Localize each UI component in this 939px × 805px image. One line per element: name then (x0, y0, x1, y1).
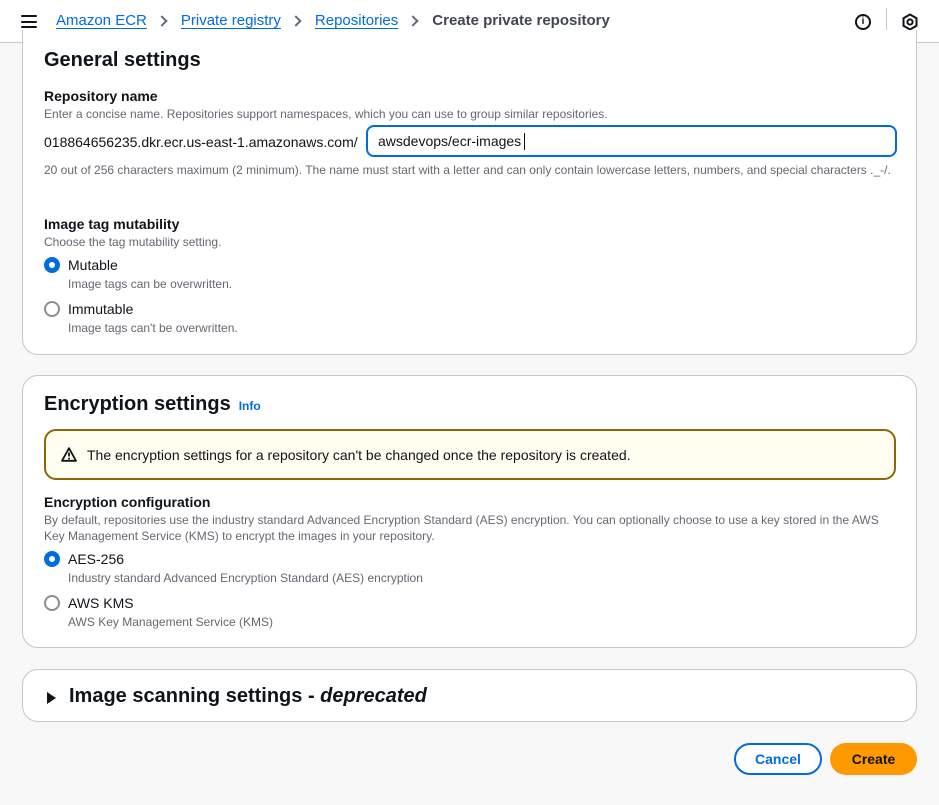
breadcrumb-amazon-ecr[interactable]: Amazon ECR (56, 12, 147, 29)
info-link[interactable]: Info (239, 399, 261, 413)
chevron-right-icon (407, 14, 419, 27)
encryption-configuration-label: Encryption configuration (44, 494, 211, 510)
radio-checked-icon[interactable] (44, 551, 60, 567)
warning-alert-text: The encryption settings for a repository… (87, 446, 631, 463)
encryption-settings-title: Encryption settings Info (44, 393, 261, 416)
deprecated-label: deprecated (320, 685, 427, 707)
chevron-right-icon (290, 14, 302, 27)
radio-label: Mutable (68, 257, 118, 273)
radio-checked-icon[interactable] (44, 257, 60, 273)
text-cursor (524, 133, 525, 150)
warning-icon (61, 447, 77, 462)
tag-mutability-label: Image tag mutability (44, 216, 180, 232)
radio-immutable[interactable]: Immutable Image tags can't be overwritte… (44, 300, 238, 336)
radio-description: AWS Key Management Service (KMS) (68, 615, 273, 629)
chevron-right-icon (156, 14, 168, 27)
warning-alert: The encryption settings for a repository… (44, 429, 896, 480)
breadcrumb-private-registry[interactable]: Private registry (181, 12, 281, 29)
hexagon-icon[interactable] (901, 13, 919, 31)
tag-mutability-description: Choose the tag mutability setting. (44, 235, 222, 249)
encryption-title-text: Encryption settings (44, 393, 231, 415)
radio-unchecked-icon[interactable] (44, 595, 60, 611)
image-scanning-title: Image scanning settings - deprecated (69, 685, 427, 708)
image-scanning-title-text: Image scanning settings - (69, 685, 321, 707)
radio-description: Industry standard Advanced Encryption St… (68, 571, 423, 585)
cancel-button[interactable]: Cancel (734, 743, 822, 775)
radio-unchecked-icon[interactable] (44, 301, 60, 317)
repository-name-description: Enter a concise name. Repositories suppo… (44, 107, 608, 121)
radio-label: Immutable (68, 301, 134, 317)
repository-name-input[interactable] (366, 125, 897, 157)
radio-description: Image tags can be overwritten. (68, 277, 233, 291)
registry-uri-prefix: 018864656235.dkr.ecr.us-east-1.amazonaws… (44, 134, 358, 150)
info-circle-icon[interactable]: i (855, 14, 871, 30)
radio-aes-256[interactable]: AES-256 Industry standard Advanced Encry… (44, 550, 423, 586)
caret-right-icon[interactable] (47, 692, 56, 704)
radio-label: AWS KMS (68, 595, 134, 611)
general-settings-title: General settings (44, 49, 201, 71)
repository-name-label: Repository name (44, 88, 158, 104)
repository-name-constraint: 20 out of 256 characters maximum (2 mini… (44, 163, 891, 177)
radio-mutable[interactable]: Mutable Image tags can be overwritten. (44, 256, 232, 292)
image-scanning-expander[interactable]: Image scanning settings - deprecated (22, 669, 917, 722)
breadcrumb-repositories[interactable]: Repositories (315, 12, 398, 29)
radio-description: Image tags can't be overwritten. (68, 321, 238, 335)
breadcrumb: Amazon ECR Private registry Repositories… (56, 12, 610, 29)
radio-aws-kms[interactable]: AWS KMS AWS Key Management Service (KMS) (44, 594, 273, 630)
general-settings-panel: General settings Repository name Enter a… (22, 30, 917, 355)
create-button[interactable]: Create (830, 743, 917, 775)
menu-icon[interactable] (21, 15, 37, 28)
encryption-configuration-description: By default, repositories use the industr… (44, 513, 879, 543)
radio-label: AES-256 (68, 551, 125, 567)
encryption-settings-panel: Encryption settings Info The encryption s… (22, 375, 917, 648)
breadcrumb-current: Create private repository (432, 12, 610, 29)
